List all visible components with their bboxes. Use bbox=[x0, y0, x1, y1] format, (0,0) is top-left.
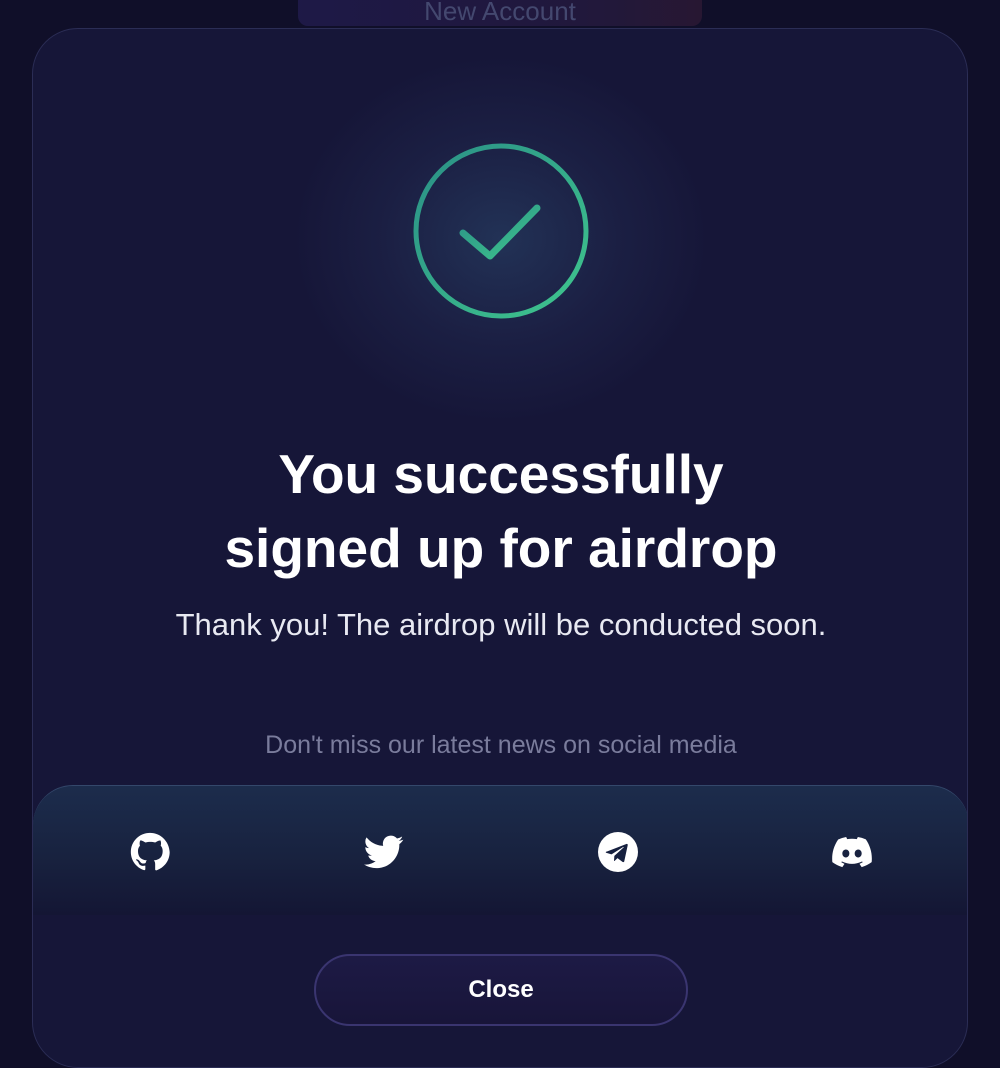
title-line-1: You successfully bbox=[278, 443, 724, 505]
social-media-hint: Don't miss our latest news on social med… bbox=[265, 731, 737, 759]
discord-icon bbox=[832, 837, 872, 868]
telegram-link[interactable] bbox=[598, 832, 638, 872]
discord-link[interactable] bbox=[832, 832, 872, 872]
success-title: You successfully signed up for airdrop bbox=[33, 437, 967, 585]
check-circle-icon bbox=[413, 143, 589, 319]
airdrop-success-modal: You successfully signed up for airdrop T… bbox=[32, 28, 968, 1068]
title-line-2: signed up for airdrop bbox=[224, 517, 778, 579]
new-account-button: New Account bbox=[298, 0, 702, 26]
success-subtitle: Thank you! The airdrop will be conducted… bbox=[175, 607, 827, 642]
telegram-icon bbox=[598, 832, 638, 872]
social-links-bar bbox=[33, 785, 967, 915]
close-button[interactable]: Close bbox=[314, 954, 688, 1026]
twitter-link[interactable] bbox=[364, 832, 404, 872]
github-link[interactable] bbox=[130, 832, 170, 872]
twitter-icon bbox=[364, 835, 404, 869]
github-icon bbox=[130, 832, 170, 871]
